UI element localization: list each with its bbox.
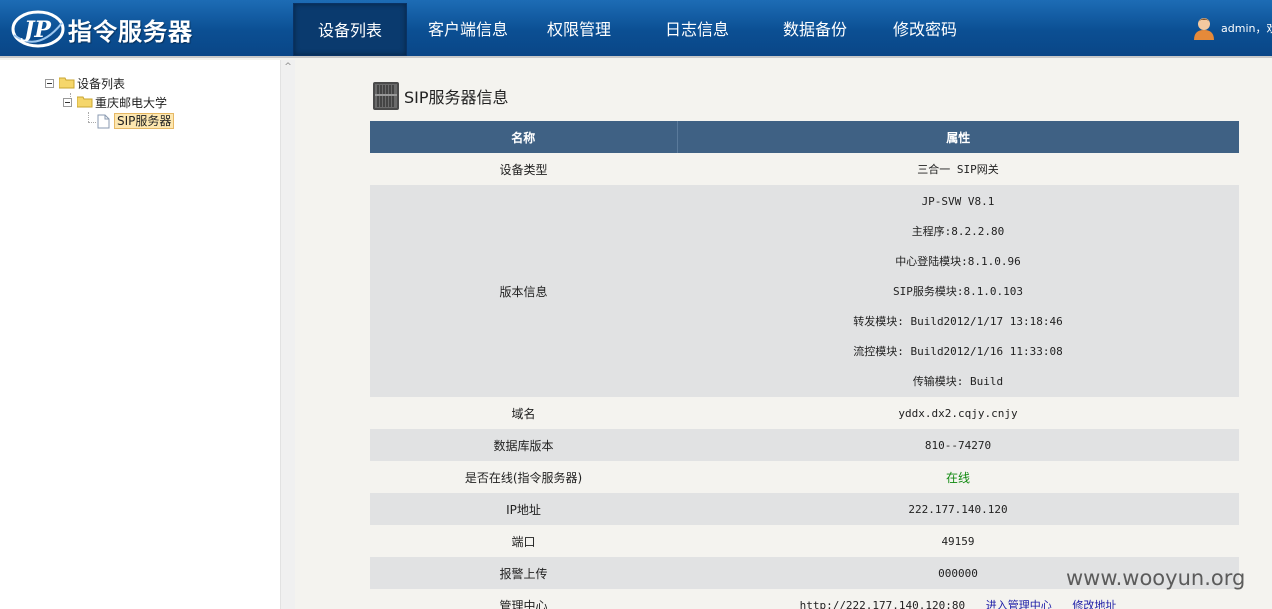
collapse-toggle-icon[interactable]	[45, 78, 54, 88]
server-rack-icon	[373, 82, 399, 110]
row-name: 端口	[370, 525, 677, 557]
sidebar-scrollbar[interactable]: ^	[280, 60, 295, 609]
server-info-table: 名称 属性 设备类型 三合一 SIP网关 版本信息 JP-SVW V8.1 主程…	[370, 121, 1239, 609]
logo-text: 指令服务器	[68, 17, 193, 46]
version-line: 中心登陆模块:8.1.0.96	[895, 254, 1021, 268]
table-header-row: 名称 属性	[370, 121, 1239, 153]
scroll-up-arrow-icon[interactable]: ^	[283, 62, 293, 72]
tree-node-label-selected: SIP服务器	[114, 113, 175, 129]
user-greeting: admin，欢	[1221, 22, 1272, 35]
row-name: 是否在线(指令服务器)	[370, 461, 677, 493]
main-nav: 设备列表 客户端信息 权限管理 日志信息 数据备份 修改密码	[293, 3, 985, 56]
tree-node-device-list[interactable]: 设备列表	[45, 74, 125, 92]
page-title: SIP服务器信息	[370, 80, 509, 112]
logo: JP 指令服务器	[10, 6, 193, 52]
tree-node-cqupt[interactable]: 重庆邮电大学	[63, 93, 167, 111]
collapse-toggle-icon[interactable]	[63, 97, 72, 107]
version-line: 传输模块: Build	[912, 374, 1004, 388]
table-row: 版本信息 JP-SVW V8.1 主程序:8.2.2.80 中心登陆模块:8.1…	[370, 185, 1239, 397]
row-name: 域名	[370, 397, 677, 429]
column-header-attribute: 属性	[677, 121, 1239, 153]
version-line: JP-SVW V8.1	[921, 194, 995, 208]
table-row: 域名 yddx.dx2.cqjy.cnjy	[370, 397, 1239, 429]
svg-text:JP: JP	[20, 17, 52, 43]
online-status: 在线	[677, 461, 1239, 493]
row-name: IP地址	[370, 493, 677, 525]
row-name: 版本信息	[370, 185, 677, 397]
folder-open-icon	[77, 96, 93, 108]
table-row: 管理中心 http://222.177.140.120:80 进入管理中心 修改…	[370, 589, 1239, 609]
tree-node-label: 重庆邮电大学	[95, 95, 168, 110]
nav-device-list[interactable]: 设备列表	[293, 3, 407, 56]
table-row: 设备类型 三合一 SIP网关	[370, 153, 1239, 185]
row-value: 222.177.140.120	[677, 493, 1239, 525]
top-header: JP 指令服务器 设备列表 客户端信息 权限管理 日志信息 数据备份 修改密码 …	[0, 0, 1272, 58]
version-line: SIP服务模块:8.1.0.103	[892, 284, 1024, 298]
folder-open-icon	[59, 77, 75, 89]
page-title-text: SIP服务器信息	[404, 88, 509, 107]
user-info[interactable]: admin，欢	[1193, 16, 1272, 40]
row-value: 49159	[677, 525, 1239, 557]
row-name: 设备类型	[370, 153, 677, 185]
nav-client-info[interactable]: 客户端信息	[407, 3, 529, 56]
version-info-cell: JP-SVW V8.1 主程序:8.2.2.80 中心登陆模块:8.1.0.96…	[677, 185, 1239, 397]
nav-data-backup[interactable]: 数据备份	[765, 3, 865, 56]
tree-node-label: 设备列表	[77, 76, 126, 91]
table-row: 是否在线(指令服务器) 在线	[370, 461, 1239, 493]
enter-management-center-link[interactable]: 进入管理中心	[986, 599, 1052, 609]
column-header-name: 名称	[370, 121, 678, 153]
management-center-cell: http://222.177.140.120:80 进入管理中心 修改地址	[677, 589, 1239, 609]
document-icon	[97, 114, 110, 128]
management-url: http://222.177.140.120:80	[799, 599, 966, 609]
watermark: www.wooyun.org	[1066, 566, 1246, 590]
table-row: IP地址 222.177.140.120	[370, 493, 1239, 525]
tree-connector	[88, 122, 96, 123]
table-row: 数据库版本 810--74270	[370, 429, 1239, 461]
user-avatar-icon	[1194, 18, 1214, 40]
nav-log-info[interactable]: 日志信息	[629, 3, 765, 56]
version-line: 主程序:8.2.2.80	[911, 224, 1005, 238]
sidebar-tree-panel: 设备列表 重庆邮电大学 SIP服务器	[0, 60, 280, 609]
table-row: 端口 49159	[370, 525, 1239, 557]
jp-logo-icon: JP	[11, 10, 65, 48]
row-name: 管理中心	[370, 589, 677, 609]
row-name: 报警上传	[370, 557, 677, 589]
row-value: yddx.dx2.cqjy.cnjy	[677, 397, 1239, 429]
nav-permission-management[interactable]: 权限管理	[529, 3, 629, 56]
version-line: 流控模块: Build2012/1/16 11:33:08	[853, 344, 1063, 358]
row-name: 数据库版本	[370, 429, 677, 461]
modify-address-link[interactable]: 修改地址	[1072, 599, 1116, 609]
row-value: 810--74270	[677, 429, 1239, 461]
row-value: 三合一 SIP网关	[677, 153, 1239, 185]
nav-change-password[interactable]: 修改密码	[865, 3, 985, 56]
tree-node-sip-server[interactable]: SIP服务器	[97, 112, 175, 130]
version-line: 转发模块: Build2012/1/17 13:18:46	[853, 314, 1063, 328]
tree-connector	[88, 112, 89, 122]
